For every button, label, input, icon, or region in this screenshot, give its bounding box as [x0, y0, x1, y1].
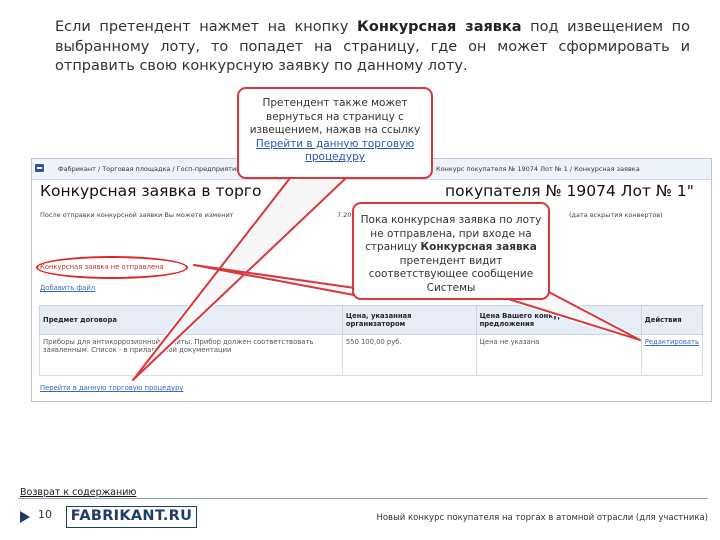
bid-status-message: Конкурсная заявка не отправлена [40, 263, 164, 271]
edit-link[interactable]: Редактировать [640, 334, 704, 376]
column-header: Предмет договора [39, 305, 343, 335]
add-file-link[interactable]: Добавить файл [40, 284, 95, 292]
table-cell: 550 100,00 руб. [341, 334, 477, 376]
play-arrow-icon [20, 511, 30, 523]
footer-caption: Новый конкурс покупателя на торгах в ато… [376, 513, 708, 523]
bid-table: Предмет договора Цена, указанная организ… [39, 305, 704, 376]
info-note-part-1: После отправки конкурсной заявки Вы може… [40, 211, 234, 219]
callout-2-text-2: претендент видит соответствующее сообщен… [368, 254, 534, 294]
intro-bold-button-name: Конкурсная заявка [357, 19, 522, 35]
callout-return-hint: Претендент также может вернуться на стра… [237, 87, 433, 179]
column-header: Цена Вашего конкурсного предложения [475, 305, 642, 335]
intro-paragraph: Если претендент нажмет на кнопку Конкурс… [55, 18, 690, 77]
footer-divider [18, 498, 708, 499]
go-to-procedure-link[interactable]: Перейти в данную торговую процедуру [40, 384, 183, 392]
back-to-contents-link[interactable]: Возврат к содержанию [20, 487, 136, 498]
table-row: Приборы для антикоррозионной защиты. При… [39, 334, 704, 376]
column-header: Цена, указанная организатором [341, 305, 477, 335]
breadcrumb-right[interactable]: Конкурс покупателя № 19074 Лот № 1 / Кон… [436, 165, 640, 173]
callout-1-link[interactable]: Перейти в данную торговую процедуру [256, 138, 414, 164]
callout-1-text: Претендент также может вернуться на стра… [249, 97, 421, 136]
info-note-part-3: (дата вскрытия конвертов) [569, 211, 663, 219]
table-header-row: Предмет договора Цена, указанная организ… [39, 305, 704, 335]
column-header: Действия [640, 305, 704, 335]
intro-text-1: Если претендент нажмет на кнопку [55, 19, 358, 35]
collapse-icon[interactable] [35, 164, 44, 172]
callout-2-bold: Конкурсная заявка [420, 241, 537, 253]
breadcrumb-left[interactable]: Фабрикант / Торговая площадка / Госп-пре… [58, 165, 254, 173]
page-title-left: Конкурсная заявка в торго [40, 182, 262, 200]
page-number: 10 [38, 508, 52, 521]
callout-status-hint: Пока конкурсная заявка по лоту не отправ… [352, 202, 550, 300]
table-cell: Цена не указана [475, 334, 642, 376]
page-title-right: покупателя № 19074 Лот № 1" [445, 182, 694, 200]
table-cell: Приборы для антикоррозионной защиты. При… [39, 334, 343, 376]
fabrikant-logo: FABRIKANT.RU [66, 506, 197, 528]
